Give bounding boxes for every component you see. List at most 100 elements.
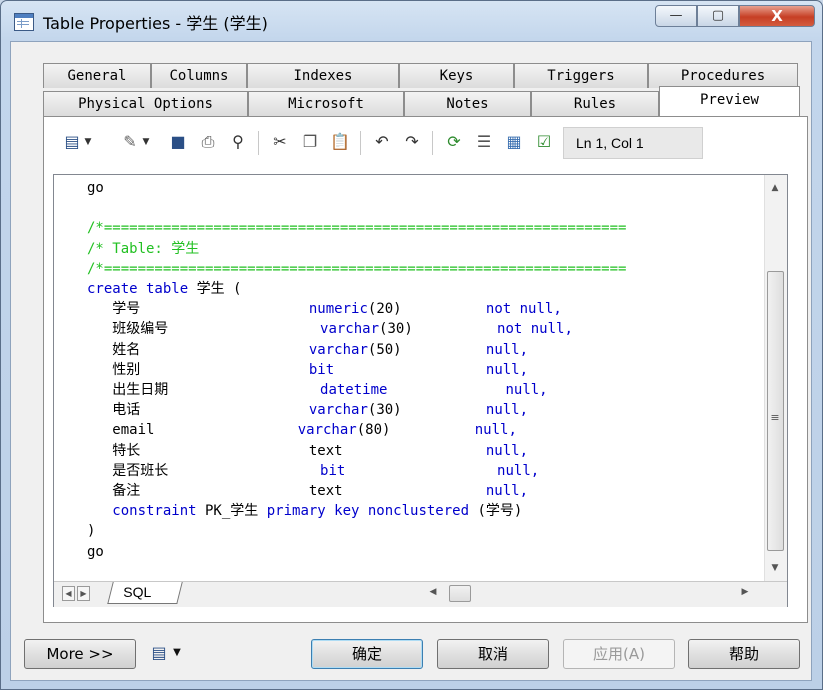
code-line: 是否班长 bit null, [87, 461, 539, 481]
code-token: null, [390, 422, 517, 439]
ok-button[interactable]: 确定 [311, 639, 423, 669]
tab-indexes[interactable]: Indexes [247, 63, 399, 88]
code-token: PK_学生 [196, 503, 267, 520]
toolbar-separator [258, 131, 259, 155]
scroll-right-icon[interactable]: ▶ [735, 587, 755, 597]
chevron-down-icon[interactable]: ▼ [140, 131, 152, 153]
code-token: (30) [379, 321, 413, 338]
sheet-tab-label: SQL [123, 584, 152, 600]
check-icon[interactable]: ☑ [532, 131, 556, 153]
code-token: bit [320, 462, 346, 479]
prev-sheet-icon[interactable]: ◀ [62, 586, 75, 601]
code-token: numeric [308, 301, 368, 318]
code-token: varchar [308, 402, 368, 419]
edit-icon[interactable]: ✎ [118, 131, 142, 153]
help-button[interactable]: 帮助 [688, 639, 800, 669]
properties-icon[interactable]: ▦ [502, 131, 526, 153]
find-icon[interactable]: ⚲ [226, 131, 250, 153]
toolbar-separator [432, 131, 433, 155]
preview-panel: ▤ ▼ ✎ ▼ ■ ⎙ ⚲ ✂ ❐ 📋 ↶ ↷ ⟳ ☰ ▦ ☑ Ln 1, Co… [43, 116, 808, 623]
undo-icon[interactable]: ↶ [370, 131, 394, 153]
chevron-down-icon[interactable]: ▼ [82, 131, 94, 153]
code-token: (80) [356, 422, 391, 439]
dialog-client-area: General Columns Indexes Keys Triggers Pr… [10, 41, 812, 681]
code-token: ) [87, 523, 96, 540]
script-options-icon[interactable]: ▤ [147, 642, 171, 664]
code-line: 备注 text null, [87, 481, 528, 501]
code-token: (30) [367, 402, 402, 419]
code-line: 特长 text null, [87, 441, 528, 461]
cancel-button[interactable]: 取消 [437, 639, 549, 669]
chevron-down-icon[interactable]: ▼ [171, 642, 183, 664]
tab-columns[interactable]: Columns [151, 63, 247, 88]
sheet-tab-sql[interactable]: SQL [107, 582, 183, 604]
cut-icon[interactable]: ✂ [268, 131, 292, 153]
code-line: /* Table: 学生 [87, 239, 199, 259]
tab-triggers[interactable]: Triggers [514, 63, 648, 88]
horizontal-scroll-thumb[interactable] [449, 585, 471, 602]
code-line: 班级编号 varchar(30) not null, [87, 319, 573, 339]
code-line: /*======================================… [87, 218, 626, 238]
code-token: 学号 [87, 301, 309, 318]
code-token: text [308, 442, 343, 459]
tab-general[interactable]: General [43, 63, 151, 88]
code-token: primary key nonclustered [266, 503, 470, 520]
scroll-down-icon[interactable]: ▼ [765, 563, 785, 573]
apply-button[interactable]: 应用(A) [563, 639, 675, 669]
redo-icon[interactable]: ↷ [400, 131, 424, 153]
code-token: 性别 [87, 361, 309, 378]
tab-keys[interactable]: Keys [399, 63, 514, 88]
code-token: /*======================================… [87, 260, 627, 277]
sql-preview-editor[interactable]: go /*====================================… [53, 174, 788, 607]
horizontal-scrollbar[interactable]: ◀ ▶ [419, 584, 759, 604]
code-line: go [87, 542, 104, 562]
save-icon[interactable]: ■ [166, 131, 190, 153]
code-token: go [87, 180, 104, 196]
tab-rules[interactable]: Rules [531, 91, 659, 116]
print-icon[interactable]: ⎙ [196, 131, 220, 153]
code-line: 姓名 varchar(50) null, [87, 340, 528, 360]
list-icon[interactable]: ☰ [472, 131, 496, 153]
title-bar: Table Properties - 学生 (学生) — ▢ X [1, 1, 822, 41]
code-token: datetime [320, 382, 388, 398]
code-token: null, [334, 361, 529, 378]
code-token: null, [345, 462, 540, 479]
code-token: text [308, 483, 343, 499]
maximize-button[interactable]: ▢ [697, 5, 739, 27]
code-line: 学号 numeric(20) not null, [87, 299, 562, 319]
paste-icon[interactable]: 📋 [328, 131, 352, 153]
tab-physical-options[interactable]: Physical Options [43, 91, 248, 116]
cursor-position: Ln 1, Col 1 [563, 127, 703, 159]
vertical-scrollbar[interactable]: ▲ ≡ ▼ [764, 175, 787, 581]
code-token: 学生 ( [188, 281, 242, 297]
code-token: (20) [367, 301, 402, 318]
code-token: 出生日期 [87, 382, 321, 398]
close-button[interactable]: X [739, 5, 815, 27]
code-token: go [87, 543, 104, 560]
code-token: not null, [401, 301, 562, 318]
tab-preview[interactable]: Preview [659, 86, 800, 116]
code-token: null, [342, 442, 529, 459]
tab-procedures[interactable]: Procedures [648, 63, 798, 88]
scroll-left-icon[interactable]: ◀ [423, 587, 443, 597]
copy-icon[interactable]: ❐ [298, 131, 322, 153]
code-token: null, [387, 382, 548, 398]
next-sheet-icon[interactable]: ▶ [77, 586, 90, 601]
minimize-button[interactable]: — [655, 5, 697, 27]
window-title: Table Properties - 学生 (学生) [43, 14, 268, 33]
more-button[interactable]: More >> [24, 639, 136, 669]
code-token: email [87, 422, 298, 439]
code-line: /*======================================… [87, 259, 626, 279]
scroll-up-icon[interactable]: ▲ [765, 183, 785, 193]
table-properties-window: Table Properties - 学生 (学生) — ▢ X General… [0, 0, 823, 690]
tab-notes[interactable]: Notes [404, 91, 531, 116]
script-options-icon[interactable]: ▤ [60, 131, 84, 153]
code-line: email varchar(80) null, [87, 420, 517, 440]
code-line: go [87, 178, 104, 198]
code-token: null, [401, 341, 529, 358]
sql-code[interactable]: go /*====================================… [55, 176, 763, 580]
tab-microsoft[interactable]: Microsoft [248, 91, 404, 116]
code-token: 特长 [87, 442, 309, 459]
refresh-icon[interactable]: ⟳ [442, 131, 466, 153]
table-icon [14, 13, 34, 31]
